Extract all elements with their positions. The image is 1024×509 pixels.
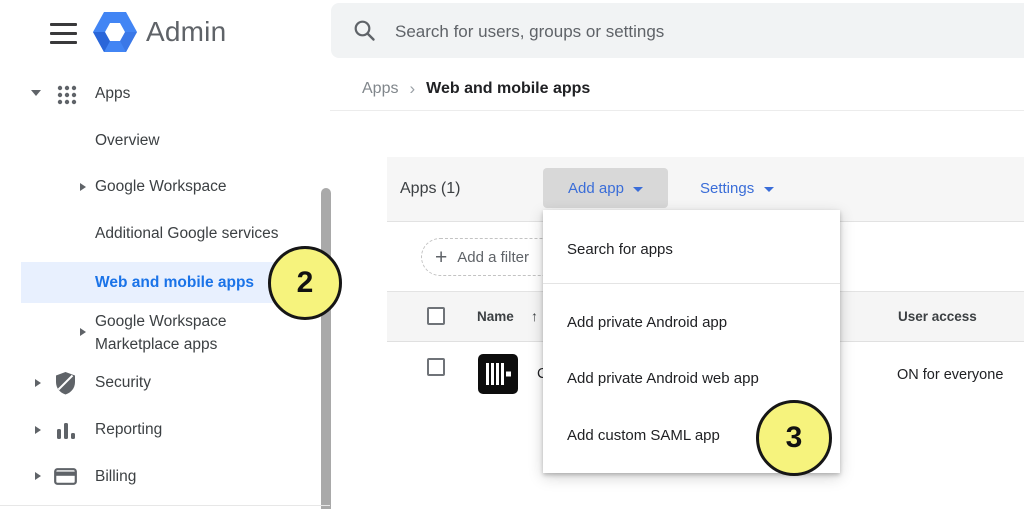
sidebar-item-marketplace-apps[interactable]: Google Workspace Marketplace apps [95,310,270,356]
chevron-right-icon[interactable] [35,379,41,387]
chevron-right-icon[interactable] [35,426,41,434]
sidebar-item-reporting[interactable]: Reporting [95,420,162,440]
divider [0,505,330,506]
chevron-right-icon[interactable] [35,472,41,480]
sidebar-scrollbar[interactable] [321,188,331,509]
select-all-checkbox[interactable] [427,307,445,325]
step-2-annotation: 2 [268,246,342,320]
search-icon [353,19,376,42]
sidebar-item-google-workspace[interactable]: Google Workspace [95,177,227,197]
sidebar-item-security[interactable]: Security [95,373,151,393]
sidebar-item-additional-google-services[interactable]: Additional Google services [95,224,279,244]
step-3-annotation: 3 [756,400,832,476]
app-logo-icon[interactable] [478,354,518,394]
chevron-right-icon[interactable] [80,328,86,336]
chevron-down-icon [633,187,643,192]
breadcrumb-current: Web and mobile apps [426,80,590,98]
menu-item-search-for-apps[interactable]: Search for apps [543,224,840,274]
menu-divider [543,283,840,284]
sidebar-item-label: Web and mobile apps [95,273,254,293]
breadcrumb-parent[interactable]: Apps [362,80,398,98]
admin-logo[interactable]: Admin [93,12,226,52]
settings-button[interactable]: Settings [700,168,774,208]
settings-label: Settings [700,180,754,197]
add-filter-label: Add a filter [457,249,529,266]
menu-icon[interactable] [50,23,77,50]
chevron-down-icon [764,187,774,192]
sidebar-item-apps[interactable]: Apps [95,84,130,104]
plus-icon: + [435,247,447,268]
add-app-button[interactable]: Add app [543,168,668,208]
breadcrumb: Apps › Web and mobile apps [362,79,590,99]
breadcrumb-separator-icon: › [409,79,415,99]
divider [330,110,1024,111]
logo-text: Admin [146,16,226,48]
shield-icon [55,371,76,395]
chevron-right-icon[interactable] [80,183,86,191]
row-checkbox[interactable] [427,358,445,376]
sort-ascending-icon[interactable]: ↑ [531,308,538,324]
column-header-name[interactable]: Name [477,309,514,324]
search-placeholder: Search for users, groups or settings [395,22,664,42]
admin-logo-icon [93,12,137,52]
sidebar-item-billing[interactable]: Billing [95,467,136,487]
user-access-cell: ON for everyone [897,367,1003,383]
menu-item-add-private-android-web-app[interactable]: Add private Android web app [543,353,840,403]
bar-chart-icon [55,420,77,441]
add-app-label: Add app [568,180,624,197]
sidebar-item-overview[interactable]: Overview [95,131,160,151]
admin-console: Admin Apps Overview Google Workspace Add… [0,0,1024,509]
apps-count-label: Apps (1) [400,180,460,198]
credit-card-icon [54,468,77,485]
chevron-down-icon[interactable] [31,90,41,96]
apps-grid-icon [56,84,78,106]
column-header-user-access[interactable]: User access [898,309,977,324]
menu-item-add-private-android-app[interactable]: Add private Android app [543,297,840,347]
